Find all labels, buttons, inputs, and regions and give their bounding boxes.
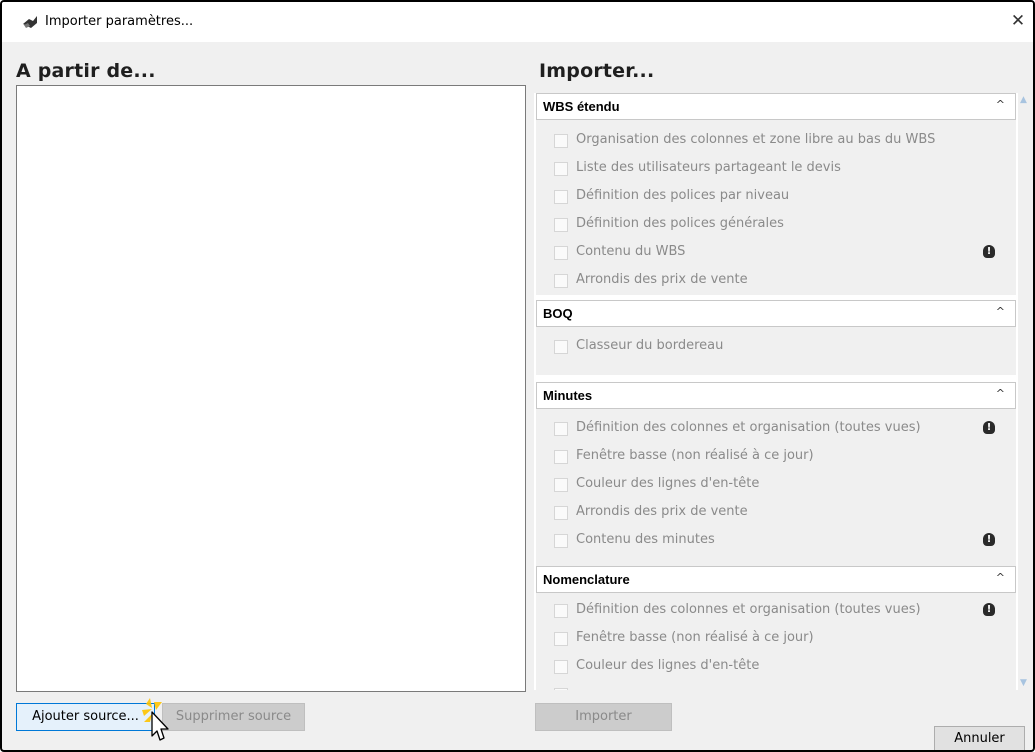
add-source-button[interactable]: Ajouter source...: [16, 703, 155, 731]
group-title: Nomenclature: [543, 572, 630, 587]
cancel-button[interactable]: Annuler: [934, 726, 1025, 750]
vertical-scrollbar[interactable]: ▲ ▼: [1018, 93, 1032, 690]
checkbox[interactable]: [554, 632, 568, 646]
option-item-partial[interactable]: [554, 685, 994, 690]
scroll-down-icon[interactable]: ▼: [1020, 678, 1027, 688]
group-body-wbs: Organisation des colonnes et zone libre …: [536, 120, 1016, 295]
checkbox[interactable]: [554, 162, 568, 176]
option-label: Organisation des colonnes et zone libre …: [576, 132, 936, 147]
option-item[interactable]: Définition des colonnes et organisation …: [554, 601, 995, 621]
group-header-wbs[interactable]: WBS étendu ^: [536, 93, 1016, 120]
group-title: WBS étendu: [543, 99, 620, 114]
warning-icon: !: [983, 421, 995, 434]
group-header-boq[interactable]: BOQ ^: [536, 300, 1016, 327]
option-label: Définition des polices par niveau: [576, 188, 790, 203]
group-body-minutes: Définition des colonnes et organisation …: [536, 409, 1016, 567]
option-label: Fenêtre basse (non réalisé à ce jour): [576, 630, 814, 645]
option-item[interactable]: Classeur du bordereau: [554, 337, 994, 357]
option-label: Arrondis des prix de vente: [576, 504, 748, 519]
import-dialog: Importer paramètres... ✕ A partir de... …: [0, 0, 1035, 752]
option-item[interactable]: Arrondis des prix de vente: [554, 503, 994, 523]
checkbox[interactable]: [554, 274, 568, 288]
import-heading: Importer...: [539, 60, 655, 82]
option-item[interactable]: Définition des polices par niveau: [554, 187, 994, 207]
option-label: Arrondis des prix de vente: [576, 272, 748, 287]
import-button[interactable]: Importer: [535, 703, 672, 731]
group-body-nomenclature: Définition des colonnes et organisation …: [536, 593, 1016, 690]
option-label: Contenu des minutes: [576, 532, 715, 547]
source-list[interactable]: [16, 85, 526, 692]
chevron-up-icon[interactable]: ^: [996, 387, 1005, 400]
option-label: Couleur des lignes d'en-tête: [576, 476, 760, 491]
checkbox[interactable]: [554, 478, 568, 492]
title-bar: Importer paramètres... ✕: [2, 2, 1033, 42]
option-label: Couleur des lignes d'en-tête: [576, 658, 760, 673]
group-body-boq: Classeur du bordereau: [536, 327, 1016, 375]
option-label: Définition des colonnes et organisation …: [576, 602, 921, 617]
checkbox[interactable]: [554, 190, 568, 204]
checkbox[interactable]: [554, 534, 568, 548]
checkbox[interactable]: [554, 688, 568, 690]
chevron-up-icon[interactable]: ^: [996, 98, 1005, 111]
option-item[interactable]: Définition des colonnes et organisation …: [554, 419, 995, 439]
option-item[interactable]: Couleur des lignes d'en-tête: [554, 475, 994, 495]
scroll-up-icon[interactable]: ▲: [1020, 95, 1027, 105]
option-label: Définition des polices générales: [576, 216, 784, 231]
checkbox[interactable]: [554, 604, 568, 618]
option-item[interactable]: Organisation des colonnes et zone libre …: [554, 131, 994, 151]
group-title: Minutes: [543, 388, 593, 403]
checkbox[interactable]: [554, 246, 568, 260]
checkbox[interactable]: [554, 506, 568, 520]
remove-source-button[interactable]: Supprimer source: [162, 703, 305, 731]
checkbox[interactable]: [554, 218, 568, 232]
option-label: Classeur du bordereau: [576, 338, 724, 353]
option-item[interactable]: Fenêtre basse (non réalisé à ce jour): [554, 447, 994, 467]
option-item[interactable]: Définition des polices générales: [554, 215, 994, 235]
group-header-nomenclature[interactable]: Nomenclature ^: [536, 566, 1016, 593]
option-item[interactable]: Liste des utilisateurs partageant le dev…: [554, 159, 994, 179]
chevron-up-icon[interactable]: ^: [996, 305, 1005, 318]
window-title: Importer paramètres...: [45, 14, 194, 29]
import-options-panel[interactable]: WBS étendu ^ Organisation des colonnes e…: [534, 93, 1018, 690]
checkbox[interactable]: [554, 340, 568, 354]
chevron-up-icon[interactable]: ^: [996, 571, 1005, 584]
app-icon: [23, 16, 37, 28]
warning-icon: !: [983, 603, 995, 616]
option-item[interactable]: Couleur des lignes d'en-tête: [554, 657, 994, 677]
close-icon[interactable]: ✕: [1005, 10, 1031, 32]
checkbox[interactable]: [554, 660, 568, 674]
option-item[interactable]: Contenu du WBS !: [554, 243, 995, 263]
checkbox[interactable]: [554, 450, 568, 464]
group-header-minutes[interactable]: Minutes ^: [536, 382, 1016, 409]
option-label: Contenu du WBS: [576, 244, 686, 259]
warning-icon: !: [983, 245, 995, 258]
checkbox[interactable]: [554, 422, 568, 436]
option-label: Définition des colonnes et organisation …: [576, 420, 921, 435]
option-label: Fenêtre basse (non réalisé à ce jour): [576, 448, 814, 463]
option-item[interactable]: Arrondis des prix de vente: [554, 271, 994, 291]
option-label: Liste des utilisateurs partageant le dev…: [576, 160, 841, 175]
mouse-cursor-icon: [142, 698, 169, 741]
warning-icon: !: [983, 533, 995, 546]
option-item[interactable]: Fenêtre basse (non réalisé à ce jour): [554, 629, 994, 649]
group-title: BOQ: [543, 306, 573, 321]
checkbox[interactable]: [554, 134, 568, 148]
source-heading: A partir de...: [16, 60, 156, 82]
option-item[interactable]: Contenu des minutes !: [554, 531, 995, 551]
